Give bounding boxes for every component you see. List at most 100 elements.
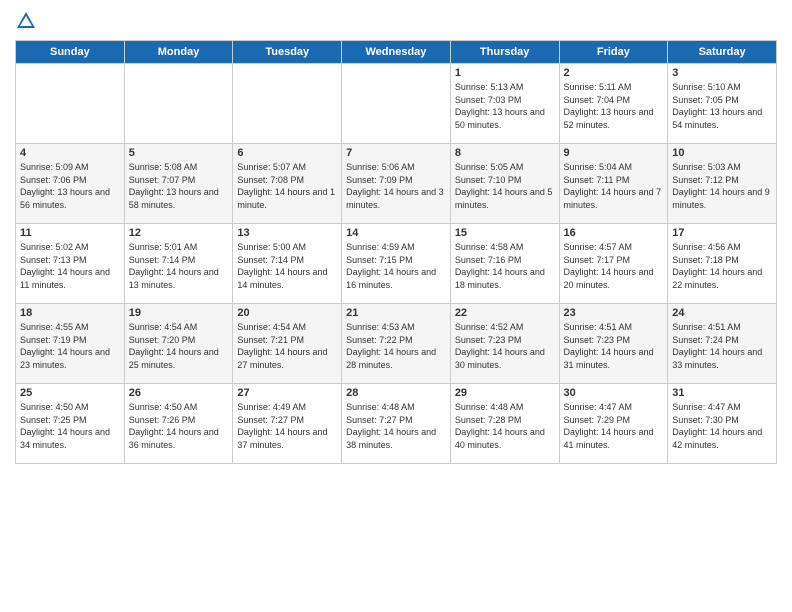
calendar-cell: 12Sunrise: 5:01 AM Sunset: 7:14 PM Dayli… [124,224,233,304]
day-number: 10 [672,147,772,159]
calendar-cell [16,64,125,144]
day-number: 27 [237,387,337,399]
day-header-friday: Friday [559,41,668,64]
day-number: 28 [346,387,446,399]
day-number: 7 [346,147,446,159]
calendar-cell: 21Sunrise: 4:53 AM Sunset: 7:22 PM Dayli… [342,304,451,384]
calendar-cell: 7 Sunrise: 5:06 AM Sunset: 7:09 PM Daylig… [342,144,451,224]
cell-info: Sunrise: 4:48 AM Sunset: 7:27 PM Dayligh… [346,401,446,451]
cell-info: Sunrise: 4:49 AM Sunset: 7:27 PM Dayligh… [237,401,337,451]
calendar-cell: 25 Sunrise: 4:50 AM Sunset: 7:25 PM Dayli… [16,384,125,464]
day-number: 14 [346,227,446,239]
logo [15,10,39,32]
calendar-week-1: 1Sunrise: 5:13 AM Sunset: 7:03 PM Daylig… [16,64,777,144]
day-number: 9 [564,147,664,159]
calendar-cell: 19Sunrise: 4:54 AM Sunset: 7:20 PM Dayli… [124,304,233,384]
calendar-cell: 15Sunrise: 4:58 AM Sunset: 7:16 PM Dayli… [450,224,559,304]
cell-info: Sunrise: 5:11 AM Sunset: 7:04 PM Dayligh… [564,81,664,131]
day-number: 24 [672,307,772,319]
calendar-cell: 23Sunrise: 4:51 AM Sunset: 7:23 PM Dayli… [559,304,668,384]
calendar-table: SundayMondayTuesdayWednesdayThursdayFrid… [15,40,777,464]
day-number: 22 [455,307,555,319]
day-number: 25 [20,387,120,399]
cell-info: Sunrise: 5:02 AM Sunset: 7:13 PM Dayligh… [20,241,120,291]
calendar-cell: 28 Sunrise: 4:48 AM Sunset: 7:27 PM Dayli… [342,384,451,464]
cell-info: Sunrise: 4:50 AM Sunset: 7:26 PM Dayligh… [129,401,229,451]
cell-info: Sunrise: 5:13 AM Sunset: 7:03 PM Dayligh… [455,81,555,131]
cell-info: Sunrise: 4:56 AM Sunset: 7:18 PM Dayligh… [672,241,772,291]
logo-icon [15,10,37,32]
day-header-saturday: Saturday [668,41,777,64]
cell-info: Sunrise: 5:05 AM Sunset: 7:10 PM Dayligh… [455,161,555,211]
cell-info: Sunrise: 5:03 AM Sunset: 7:12 PM Dayligh… [672,161,772,211]
day-number: 29 [455,387,555,399]
calendar-cell: 4 Sunrise: 5:09 AM Sunset: 7:06 PM Daylig… [16,144,125,224]
calendar-cell: 30 Sunrise: 4:47 AM Sunset: 7:29 PM Dayli… [559,384,668,464]
calendar-cell: 8 Sunrise: 5:05 AM Sunset: 7:10 PM Daylig… [450,144,559,224]
cell-info: Sunrise: 4:57 AM Sunset: 7:17 PM Dayligh… [564,241,664,291]
calendar-cell: 3Sunrise: 5:10 AM Sunset: 7:05 PM Daylig… [668,64,777,144]
day-number: 4 [20,147,120,159]
calendar-cell: 2 Sunrise: 5:11 AM Sunset: 7:04 PM Daylig… [559,64,668,144]
cell-info: Sunrise: 5:10 AM Sunset: 7:05 PM Dayligh… [672,81,772,131]
calendar-cell: 13Sunrise: 5:00 AM Sunset: 7:14 PM Dayli… [233,224,342,304]
calendar-cell: 14 Sunrise: 4:59 AM Sunset: 7:15 PM Dayli… [342,224,451,304]
cell-info: Sunrise: 4:48 AM Sunset: 7:28 PM Dayligh… [455,401,555,451]
calendar-cell: 26 Sunrise: 4:50 AM Sunset: 7:26 PM Dayli… [124,384,233,464]
day-header-monday: Monday [124,41,233,64]
calendar-cell: 24Sunrise: 4:51 AM Sunset: 7:24 PM Dayli… [668,304,777,384]
cell-info: Sunrise: 4:59 AM Sunset: 7:15 PM Dayligh… [346,241,446,291]
cell-info: Sunrise: 4:58 AM Sunset: 7:16 PM Dayligh… [455,241,555,291]
calendar-week-5: 25 Sunrise: 4:50 AM Sunset: 7:25 PM Dayli… [16,384,777,464]
day-number: 21 [346,307,446,319]
calendar-cell [233,64,342,144]
calendar-cell: 10 Sunrise: 5:03 AM Sunset: 7:12 PM Dayli… [668,144,777,224]
day-number: 18 [20,307,120,319]
cell-info: Sunrise: 5:07 AM Sunset: 7:08 PM Dayligh… [237,161,337,211]
calendar-cell: 11 Sunrise: 5:02 AM Sunset: 7:13 PM Dayli… [16,224,125,304]
calendar-cell: 6 Sunrise: 5:07 AM Sunset: 7:08 PM Daylig… [233,144,342,224]
cell-info: Sunrise: 4:54 AM Sunset: 7:21 PM Dayligh… [237,321,337,371]
cell-info: Sunrise: 4:47 AM Sunset: 7:30 PM Dayligh… [672,401,772,451]
day-number: 30 [564,387,664,399]
page: SundayMondayTuesdayWednesdayThursdayFrid… [0,0,792,612]
cell-info: Sunrise: 4:52 AM Sunset: 7:23 PM Dayligh… [455,321,555,371]
day-header-wednesday: Wednesday [342,41,451,64]
day-number: 11 [20,227,120,239]
cell-info: Sunrise: 4:55 AM Sunset: 7:19 PM Dayligh… [20,321,120,371]
day-header-tuesday: Tuesday [233,41,342,64]
calendar-cell: 29 Sunrise: 4:48 AM Sunset: 7:28 PM Dayli… [450,384,559,464]
calendar-cell: 20 Sunrise: 4:54 AM Sunset: 7:21 PM Dayli… [233,304,342,384]
day-number: 2 [564,67,664,79]
calendar-week-3: 11 Sunrise: 5:02 AM Sunset: 7:13 PM Dayli… [16,224,777,304]
calendar-header-row: SundayMondayTuesdayWednesdayThursdayFrid… [16,41,777,64]
day-number: 20 [237,307,337,319]
calendar-cell: 16 Sunrise: 4:57 AM Sunset: 7:17 PM Dayli… [559,224,668,304]
calendar-week-2: 4 Sunrise: 5:09 AM Sunset: 7:06 PM Daylig… [16,144,777,224]
day-number: 26 [129,387,229,399]
day-number: 12 [129,227,229,239]
calendar-cell [124,64,233,144]
header [15,10,777,32]
calendar-cell: 18 Sunrise: 4:55 AM Sunset: 7:19 PM Dayli… [16,304,125,384]
calendar-cell: 1Sunrise: 5:13 AM Sunset: 7:03 PM Daylig… [450,64,559,144]
day-number: 16 [564,227,664,239]
calendar-cell: 31 Sunrise: 4:47 AM Sunset: 7:30 PM Dayli… [668,384,777,464]
day-number: 8 [455,147,555,159]
cell-info: Sunrise: 5:09 AM Sunset: 7:06 PM Dayligh… [20,161,120,211]
calendar-cell: 22 Sunrise: 4:52 AM Sunset: 7:23 PM Dayli… [450,304,559,384]
day-number: 31 [672,387,772,399]
day-header-sunday: Sunday [16,41,125,64]
cell-info: Sunrise: 4:50 AM Sunset: 7:25 PM Dayligh… [20,401,120,451]
calendar-cell: 9 Sunrise: 5:04 AM Sunset: 7:11 PM Daylig… [559,144,668,224]
day-number: 13 [237,227,337,239]
calendar-cell: 27 Sunrise: 4:49 AM Sunset: 7:27 PM Dayli… [233,384,342,464]
calendar-week-4: 18 Sunrise: 4:55 AM Sunset: 7:19 PM Dayli… [16,304,777,384]
day-number: 6 [237,147,337,159]
cell-info: Sunrise: 5:04 AM Sunset: 7:11 PM Dayligh… [564,161,664,211]
day-number: 23 [564,307,664,319]
cell-info: Sunrise: 5:06 AM Sunset: 7:09 PM Dayligh… [346,161,446,211]
cell-info: Sunrise: 4:47 AM Sunset: 7:29 PM Dayligh… [564,401,664,451]
day-number: 19 [129,307,229,319]
calendar-cell: 5Sunrise: 5:08 AM Sunset: 7:07 PM Daylig… [124,144,233,224]
